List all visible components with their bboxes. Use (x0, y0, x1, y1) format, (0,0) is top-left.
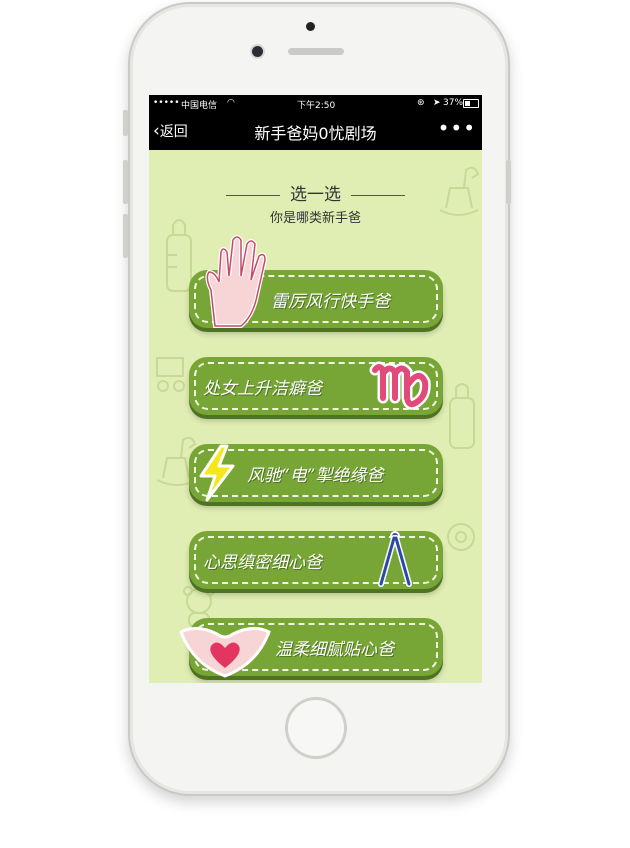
lightning-icon (199, 444, 235, 502)
battery-icon (463, 99, 479, 108)
status-time: 下午2:50 (297, 101, 336, 111)
pacifier-icon (447, 523, 475, 551)
battery-percent: 37% (443, 98, 464, 108)
earpiece-speaker (288, 48, 344, 55)
carrier: 中国电信 (181, 101, 218, 111)
navigation-bar: ‹返回 新手爸妈0忧剧场 ••• (149, 112, 482, 150)
option-label: 心思缜密细心爸 (203, 553, 322, 573)
wifi-icon: ◠ (227, 98, 235, 108)
heading-rule-left (226, 194, 280, 196)
signal-icon: ••••• (153, 98, 180, 108)
lock-rotation-icon: ⊛ (417, 98, 425, 108)
option-label: 温柔细腻贴心爸 (275, 640, 394, 660)
heading-subtitle: 你是哪类新手爸 (269, 211, 361, 226)
front-camera (252, 46, 263, 57)
hand-icon (205, 235, 268, 328)
heading-rule-right (351, 194, 405, 196)
top-sensor (306, 22, 315, 31)
virgo-icon (369, 361, 431, 410)
page-title: 新手爸妈0忧剧场 (254, 124, 377, 143)
option-label: 风驰“电”掣绝缘爸 (247, 466, 384, 486)
stroller-icon (156, 357, 185, 392)
compass-icon (378, 531, 412, 587)
mute-switch (123, 110, 128, 136)
heart-hands-icon (179, 627, 271, 678)
volume-up-button (123, 160, 128, 204)
heading-title: 选一选 (290, 185, 341, 205)
option-label: 处女上升洁癖爸 (203, 379, 322, 399)
power-button (506, 160, 511, 204)
screen: ••••• 中国电信 ◠ 下午2:50 ⊛ ➤ 37% ‹返回 新手爸妈0忧剧场… (149, 95, 482, 683)
volume-down-button (123, 214, 128, 258)
status-bar: ••••• 中国电信 ◠ 下午2:50 ⊛ ➤ 37% (149, 95, 482, 112)
more-menu-button[interactable]: ••• (438, 116, 476, 140)
home-button[interactable] (285, 697, 347, 759)
baby-bottle-icon (449, 383, 475, 449)
option-label: 雷厉风行快手爸 (271, 292, 390, 312)
page-content: 选一选 你是哪类新手爸 雷厉风行快手爸 处女上升洁癖爸 风驰“电”掣绝缘爸 心思… (149, 150, 482, 683)
location-icon: ➤ (433, 98, 441, 108)
heading: 选一选 你是哪类新手爸 (149, 180, 482, 226)
